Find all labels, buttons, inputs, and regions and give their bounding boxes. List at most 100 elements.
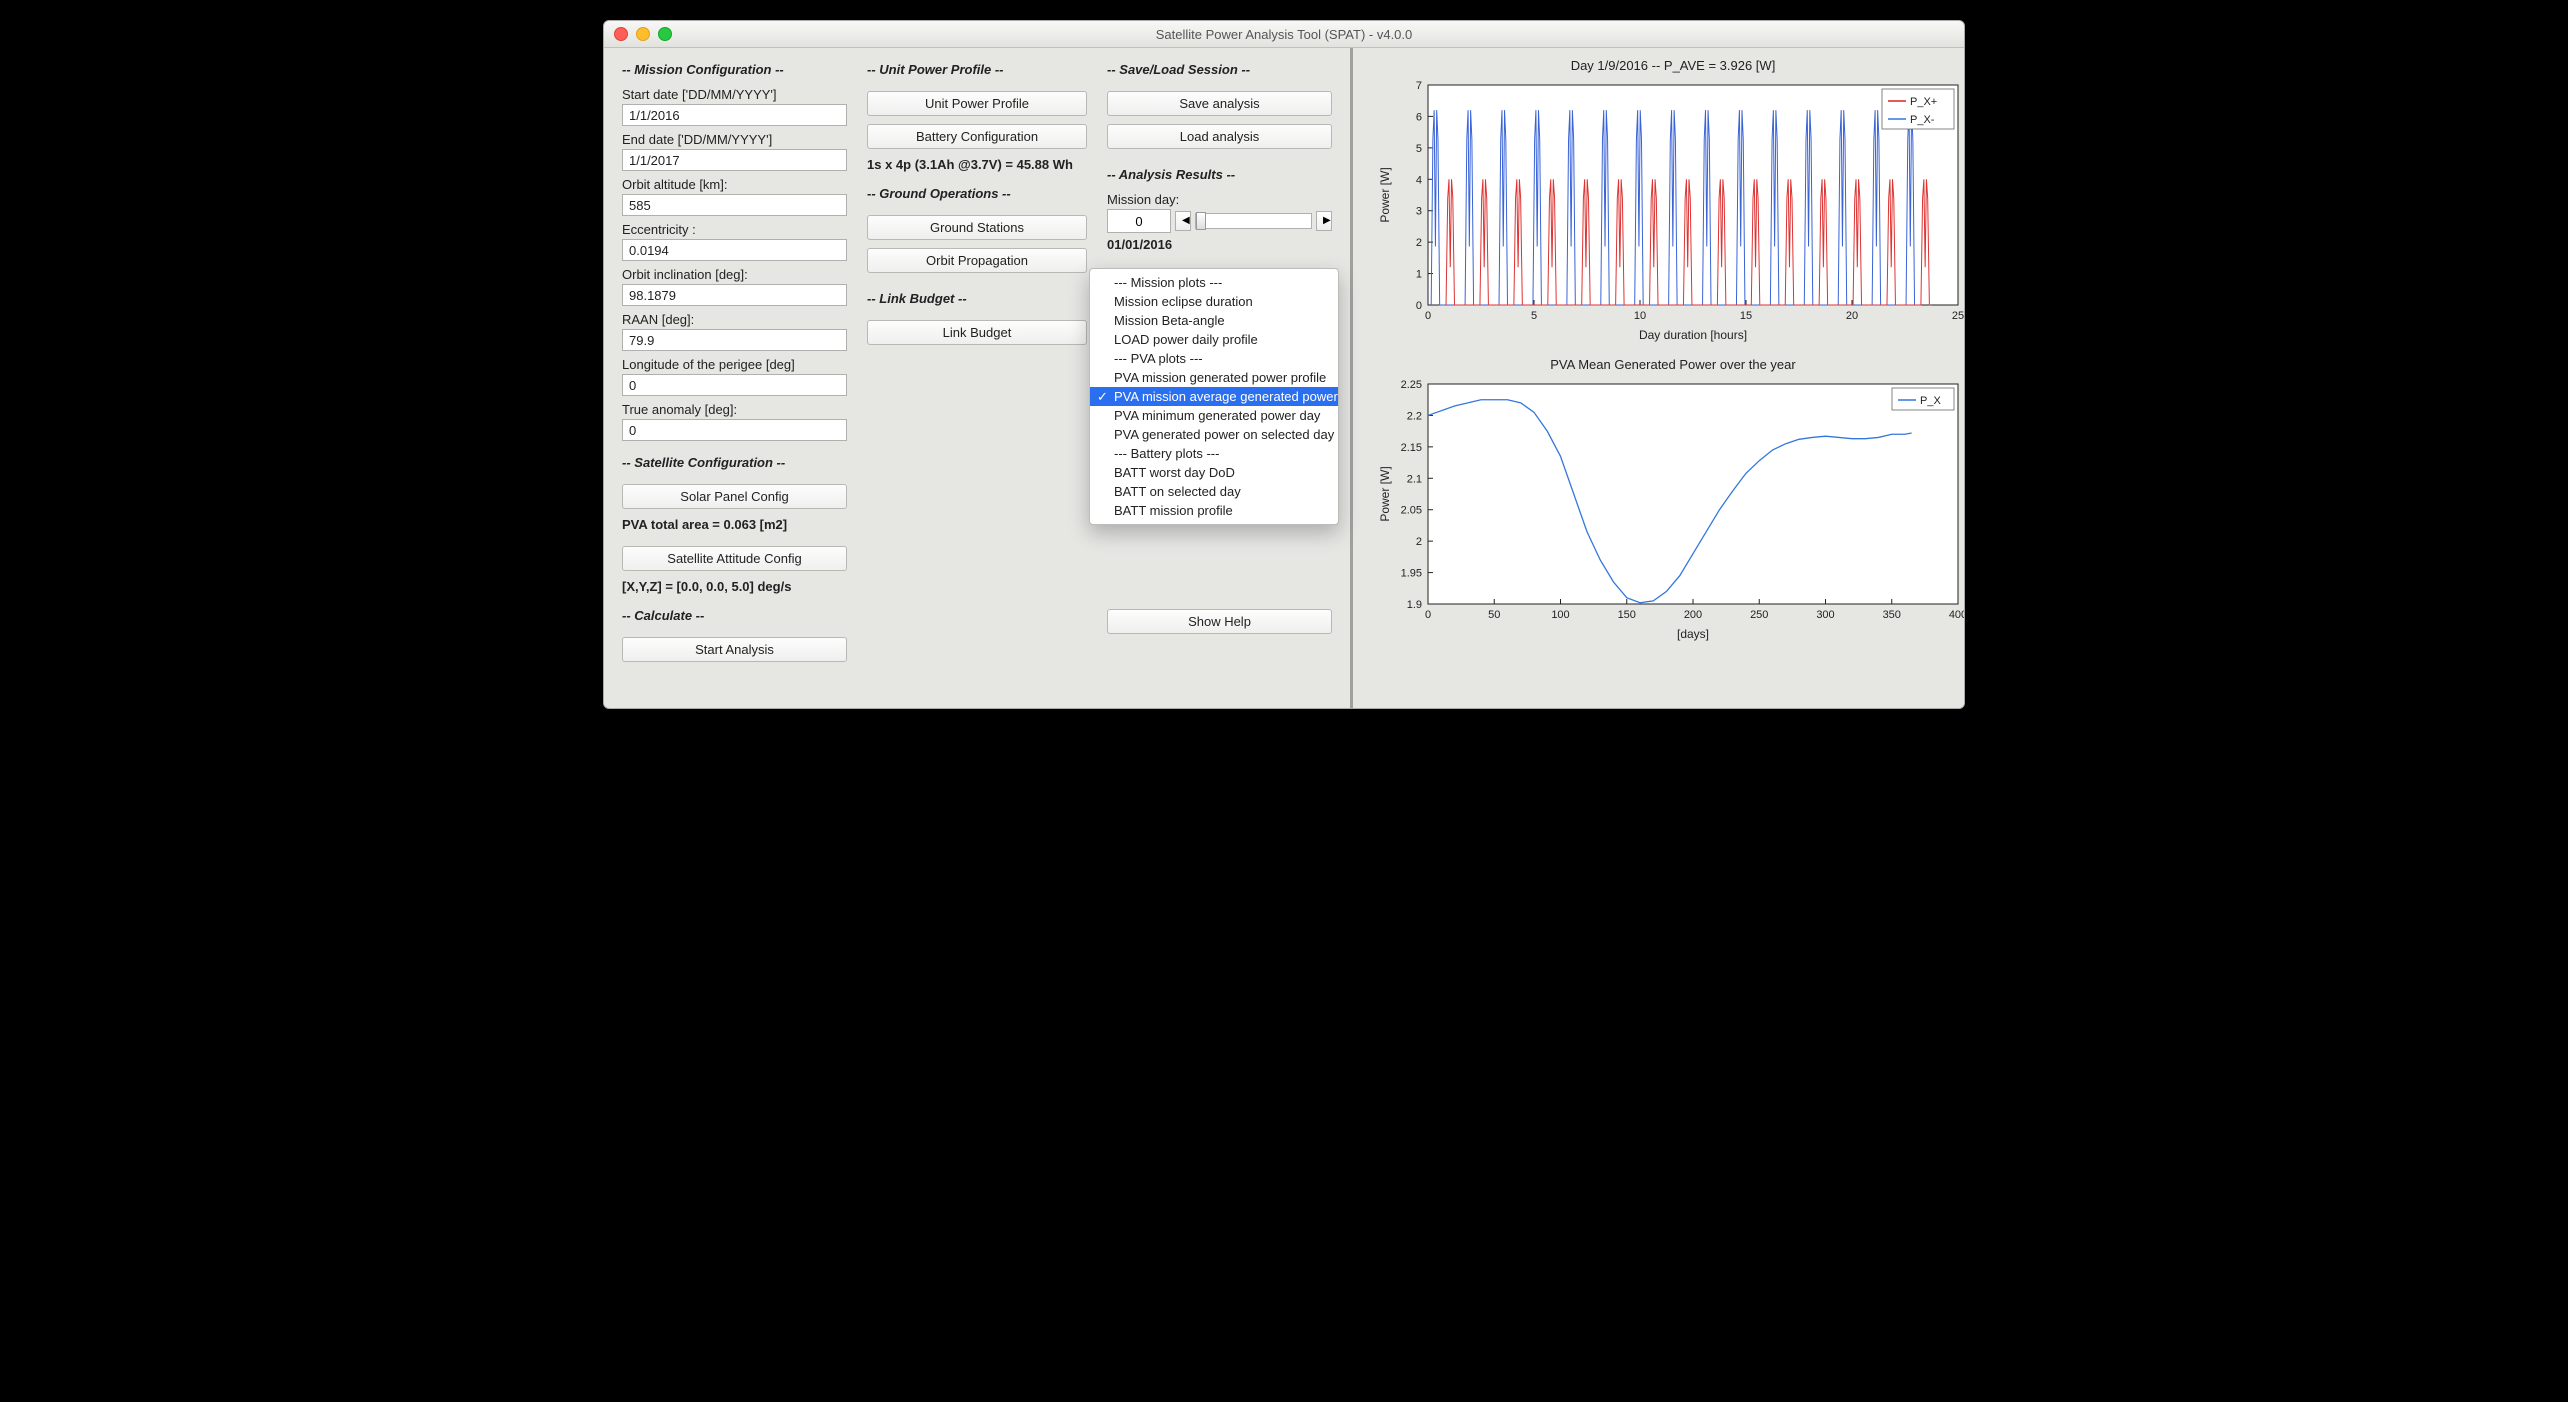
raan-label: RAAN [deg]: <box>622 312 847 327</box>
svg-text:3: 3 <box>1416 206 1422 218</box>
inclination-label: Orbit inclination [deg]: <box>622 267 847 282</box>
altitude-input[interactable] <box>622 194 847 216</box>
svg-text:7: 7 <box>1416 80 1422 92</box>
start-date-label: Start date ['DD/MM/YYYY'] <box>622 87 847 102</box>
svg-text:5: 5 <box>1531 310 1537 322</box>
longperigee-input[interactable] <box>622 374 847 396</box>
mission-config-header: -- Mission Configuration -- <box>622 62 847 77</box>
titlebar: Satellite Power Analysis Tool (SPAT) - v… <box>604 21 1964 48</box>
plot-menu-item[interactable]: Mission eclipse duration <box>1090 292 1338 311</box>
sat-config-header: -- Satellite Configuration -- <box>622 455 847 470</box>
selected-date: 01/01/2016 <box>1107 237 1332 252</box>
start-date-input[interactable] <box>622 104 847 126</box>
mission-day-dec-button[interactable]: ◀ <box>1175 211 1191 231</box>
plot-menu-item[interactable]: PVA generated power on selected day <box>1090 425 1338 444</box>
svg-text:[days]: [days] <box>1677 627 1709 641</box>
svg-text:0: 0 <box>1416 300 1422 312</box>
svg-text:300: 300 <box>1816 609 1834 621</box>
save-analysis-button[interactable]: Save analysis <box>1107 91 1332 116</box>
longperigee-label: Longitude of the perigee [deg] <box>622 357 847 372</box>
svg-text:2.25: 2.25 <box>1401 379 1422 391</box>
plot-menu-item[interactable]: LOAD power daily profile <box>1090 330 1338 349</box>
plot-menu-item: --- Mission plots --- <box>1090 273 1338 292</box>
svg-text:4: 4 <box>1416 174 1422 186</box>
raan-input[interactable] <box>622 329 847 351</box>
session-header: -- Save/Load Session -- <box>1107 62 1332 77</box>
bottom-plot: PVA Mean Generated Power over the year 0… <box>1373 357 1965 644</box>
svg-text:2.15: 2.15 <box>1401 442 1422 454</box>
svg-text:10: 10 <box>1634 310 1646 322</box>
svg-text:1.95: 1.95 <box>1401 568 1422 580</box>
plot-menu-item: --- Battery plots --- <box>1090 444 1338 463</box>
plot-type-menu[interactable]: --- Mission plots ---Mission eclipse dur… <box>1089 268 1339 525</box>
svg-text:250: 250 <box>1750 609 1768 621</box>
top-plot-svg: 051015202501234567Day duration [hours]Po… <box>1373 75 1965 345</box>
bottom-plot-title: PVA Mean Generated Power over the year <box>1373 357 1965 372</box>
link-budget-header: -- Link Budget -- <box>867 291 1087 306</box>
bottom-plot-svg: 0501001502002503003504001.91.9522.052.12… <box>1373 374 1965 644</box>
battery-line: 1s x 4p (3.1Ah @3.7V) = 45.88 Wh <box>867 157 1087 172</box>
svg-text:2.2: 2.2 <box>1407 410 1422 422</box>
plot-menu-item[interactable]: PVA mission generated power profile <box>1090 368 1338 387</box>
calculate-header: -- Calculate -- <box>622 608 847 623</box>
unit-power-header: -- Unit Power Profile -- <box>867 62 1087 77</box>
orbit-propagation-button[interactable]: Orbit Propagation <box>867 248 1087 273</box>
solar-panel-config-button[interactable]: Solar Panel Config <box>622 484 847 509</box>
svg-text:15: 15 <box>1740 310 1752 322</box>
svg-text:400: 400 <box>1949 609 1965 621</box>
svg-text:P_X-: P_X- <box>1910 114 1935 126</box>
top-plot-title: Day 1/9/2016 -- P_AVE = 3.926 [W] <box>1373 58 1965 73</box>
end-date-input[interactable] <box>622 149 847 171</box>
left-pane: -- Mission Configuration -- Start date [… <box>604 48 1353 708</box>
altitude-label: Orbit altitude [km]: <box>622 177 847 192</box>
eccentricity-input[interactable] <box>622 239 847 261</box>
svg-text:150: 150 <box>1618 609 1636 621</box>
window-title: Satellite Power Analysis Tool (SPAT) - v… <box>604 27 1964 42</box>
svg-text:50: 50 <box>1488 609 1500 621</box>
svg-text:P_X: P_X <box>1920 395 1941 407</box>
plot-menu-item[interactable]: BATT worst day DoD <box>1090 463 1338 482</box>
show-help-button[interactable]: Show Help <box>1107 609 1332 634</box>
svg-text:20: 20 <box>1846 310 1858 322</box>
svg-text:2.1: 2.1 <box>1407 473 1422 485</box>
unit-power-profile-button[interactable]: Unit Power Profile <box>867 91 1087 116</box>
svg-text:Power [W]: Power [W] <box>1378 466 1392 521</box>
inclination-input[interactable] <box>622 284 847 306</box>
svg-text:100: 100 <box>1551 609 1569 621</box>
ground-ops-header: -- Ground Operations -- <box>867 186 1087 201</box>
plot-menu-item[interactable]: Mission Beta-angle <box>1090 311 1338 330</box>
mission-day-input[interactable] <box>1107 209 1171 233</box>
svg-text:6: 6 <box>1416 111 1422 123</box>
svg-text:2: 2 <box>1416 536 1422 548</box>
svg-text:Day duration [hours]: Day duration [hours] <box>1639 328 1747 342</box>
ground-stations-button[interactable]: Ground Stations <box>867 215 1087 240</box>
attitude-line: [X,Y,Z] = [0.0, 0.0, 5.0] deg/s <box>622 579 847 594</box>
load-analysis-button[interactable]: Load analysis <box>1107 124 1332 149</box>
plot-menu-item[interactable]: PVA mission average generated power <box>1090 387 1338 406</box>
svg-text:2.05: 2.05 <box>1401 505 1422 517</box>
trueanom-input[interactable] <box>622 419 847 441</box>
battery-config-button[interactable]: Battery Configuration <box>867 124 1087 149</box>
mission-day-label: Mission day: <box>1107 192 1332 207</box>
results-header: -- Analysis Results -- <box>1107 167 1332 182</box>
pva-area-line: PVA total area = 0.063 [m2] <box>622 517 847 532</box>
eccentricity-label: Eccentricity : <box>622 222 847 237</box>
top-plot: Day 1/9/2016 -- P_AVE = 3.926 [W] 0 5 10 15… <box>1373 58 1965 345</box>
svg-text:350: 350 <box>1883 609 1901 621</box>
svg-text:1.9: 1.9 <box>1407 599 1422 611</box>
svg-text:1: 1 <box>1416 269 1422 281</box>
plot-menu-item[interactable]: BATT mission profile <box>1090 501 1338 520</box>
plot-menu-item[interactable]: BATT on selected day <box>1090 482 1338 501</box>
app-window: Satellite Power Analysis Tool (SPAT) - v… <box>603 20 1965 709</box>
plot-menu-item[interactable]: PVA minimum generated power day <box>1090 406 1338 425</box>
svg-text:P_X+: P_X+ <box>1910 96 1937 108</box>
start-analysis-button[interactable]: Start Analysis <box>622 637 847 662</box>
svg-text:Power [W]: Power [W] <box>1378 167 1392 222</box>
svg-text:200: 200 <box>1684 609 1702 621</box>
attitude-config-button[interactable]: Satellite Attitude Config <box>622 546 847 571</box>
link-budget-button[interactable]: Link Budget <box>867 320 1087 345</box>
mission-day-inc-button[interactable]: ▶ <box>1316 211 1332 231</box>
mission-day-slider[interactable] <box>1195 213 1312 229</box>
end-date-label: End date ['DD/MM/YYYY'] <box>622 132 847 147</box>
plot-menu-item: --- PVA plots --- <box>1090 349 1338 368</box>
